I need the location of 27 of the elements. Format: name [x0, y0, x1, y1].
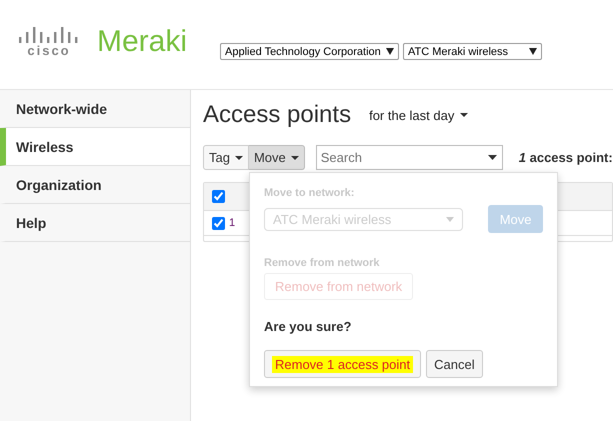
- select-all-checkbox[interactable]: [212, 190, 225, 203]
- confirm-prompt: Are you sure?: [264, 319, 352, 334]
- caret-icon: [386, 48, 394, 55]
- confirm-remove-button[interactable]: Remove 1 access point: [264, 350, 422, 378]
- logo-text: Meraki: [97, 24, 188, 58]
- caret-icon: [460, 113, 468, 117]
- network-select[interactable]: ATC Meraki wireless: [403, 43, 542, 60]
- sidebar-item[interactable]: Organization: [0, 166, 190, 204]
- access-point-count: 1 access point:: [518, 150, 613, 165]
- caret-icon: [234, 156, 243, 160]
- timespan-dropdown[interactable]: for the last day: [369, 108, 468, 122]
- table-cell[interactable]: 1: [229, 217, 236, 229]
- row-checkbox[interactable]: [212, 216, 225, 230]
- page-title: Access points: [203, 101, 352, 129]
- logo-wordmark: cisco: [27, 42, 71, 58]
- caret-icon: [488, 155, 497, 160]
- sidebar-item[interactable]: Help: [0, 204, 190, 242]
- toolbar-button[interactable]: Move: [248, 145, 305, 170]
- toolbar-button[interactable]: Tag: [203, 145, 249, 170]
- caret-icon: [290, 156, 299, 160]
- cancel-button[interactable]: Cancel: [426, 350, 483, 378]
- sidebar-item[interactable]: Wireless: [0, 128, 190, 166]
- logo-bars-icon: [18, 26, 80, 42]
- caret-icon: [446, 216, 454, 222]
- caret-icon: [529, 48, 538, 55]
- organization-select[interactable]: Applied Technology Corporation: [220, 43, 400, 60]
- search-field[interactable]: Search: [316, 145, 503, 170]
